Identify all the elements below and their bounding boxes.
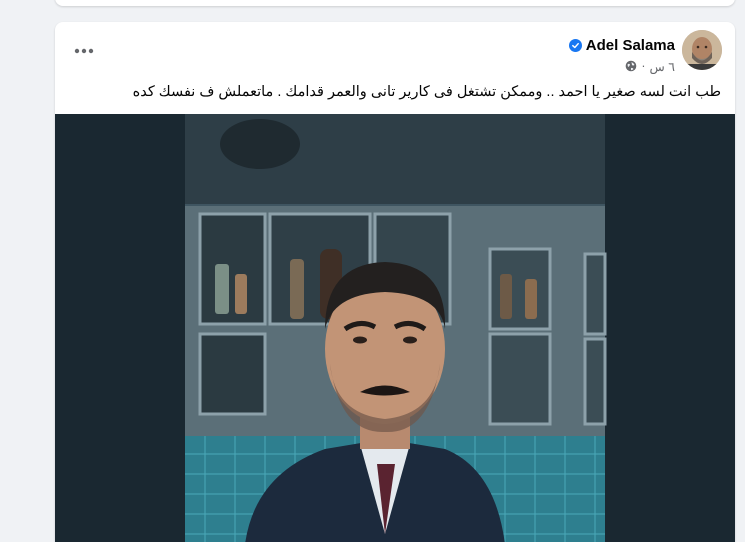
verified-badge-icon (568, 38, 582, 52)
post-timestamp[interactable]: ٦ س (650, 59, 675, 74)
post-meta: · ٦ س (625, 58, 675, 74)
globe-icon (626, 60, 637, 72)
meta-separator: · (641, 59, 646, 73)
post-text: طب انت لسه صغير يا احمد .. وممكن تشتغل ف… (132, 84, 721, 100)
author-row: Adel Salama (568, 36, 675, 54)
post-photo[interactable] (55, 114, 735, 542)
author-name[interactable]: Adel Salama (586, 37, 675, 54)
post-card: Adel Salama · ٦ س طب انت لسه صغير يا احم… (55, 22, 735, 542)
author-avatar[interactable] (682, 30, 722, 70)
post-header: Adel Salama · ٦ س (55, 22, 735, 82)
previous-post-card (55, 0, 735, 6)
more-dots-icon (74, 48, 94, 54)
more-options-button[interactable] (69, 40, 99, 62)
